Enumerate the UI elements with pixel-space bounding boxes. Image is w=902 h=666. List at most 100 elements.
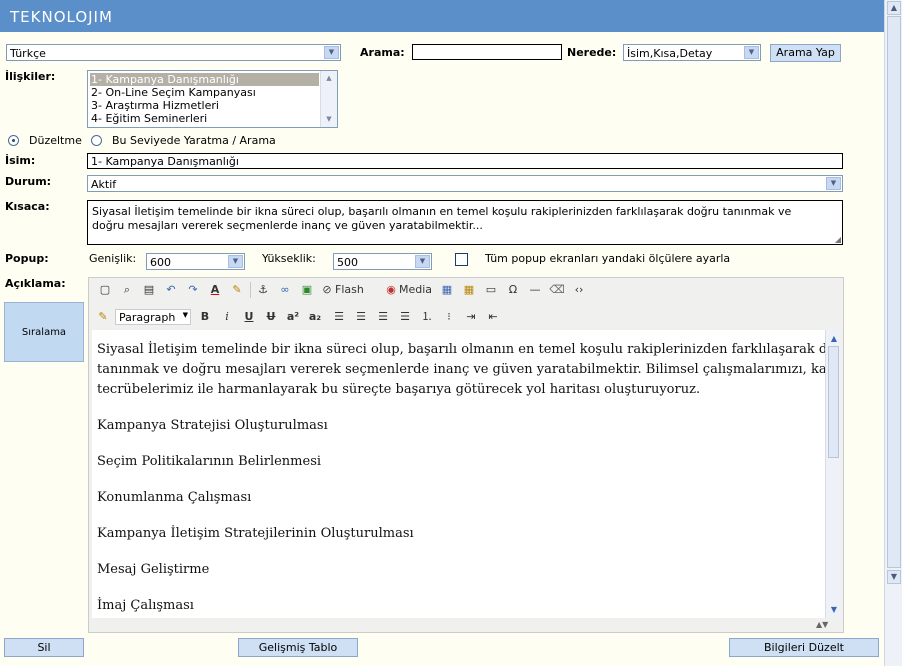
name-field[interactable]: 1- Kampanya Danışmanlığı	[87, 153, 843, 169]
chevron-down-icon[interactable]: ▼	[415, 255, 430, 268]
fullscreen-icon[interactable]: ▢	[97, 282, 113, 298]
superscript-icon[interactable]: a²	[285, 309, 301, 325]
style-icon[interactable]: ✎	[95, 309, 111, 325]
editor-scrollbar[interactable]: ▲ ▼	[825, 330, 841, 618]
editor-resize-icon[interactable]: ▲▼	[816, 620, 828, 629]
clean-format-icon[interactable]: ⌫	[549, 282, 565, 298]
edit-mode-radio[interactable]	[8, 135, 19, 146]
popup-width-label: Genişlik:	[89, 252, 137, 265]
editor-content[interactable]: Siyasal İletişim temelinde bir ikna süre…	[92, 330, 825, 618]
name-label: İsim:	[5, 154, 36, 167]
list-item[interactable]: 4- Eğitim Seminerleri	[90, 112, 207, 125]
italic-icon[interactable]: i	[219, 309, 235, 325]
search-input[interactable]	[412, 44, 562, 60]
description-label: Açıklama:	[5, 277, 66, 290]
update-info-button[interactable]: Bilgileri Düzelt	[729, 638, 879, 657]
status-select[interactable]: Aktif ▼	[87, 175, 843, 192]
language-select-value: Türkçe	[10, 47, 46, 60]
list-item[interactable]: 2- On-Line Seçim Kampanyası	[90, 86, 256, 99]
page-scrollbar-thumb[interactable]	[887, 16, 901, 568]
media-icon[interactable]: ◉	[383, 282, 399, 298]
advanced-table-button[interactable]: Gelişmiş Tablo	[238, 638, 358, 657]
popup-height-label: Yükseklik:	[262, 252, 316, 265]
page-scrollbar[interactable]: ▲ ▼	[884, 0, 902, 666]
search-where-label: Nerede:	[567, 46, 617, 59]
align-right-icon[interactable]: ☰	[375, 309, 391, 325]
content-paragraph: Siyasal İletişim temelinde bir ikna süre…	[97, 342, 825, 357]
outdent-icon[interactable]: ⇤	[485, 309, 501, 325]
content-paragraph: tecrübelerimiz ile harmanlayarak bu süre…	[97, 382, 701, 397]
editor-toolbar-1: ▢ ⌕ ▤ ↶ ↷ A ✎ ⚓ ∞ ▣ ⊘ Flash ◉ Media ▦ ▦ …	[93, 279, 839, 301]
summary-textarea[interactable]: Siyasal İletişim temelinde bir ikna süre…	[87, 200, 843, 245]
resize-grip-icon[interactable]: ◢	[835, 235, 841, 244]
create-mode-radio[interactable]	[91, 135, 102, 146]
link-icon[interactable]: ∞	[277, 282, 293, 298]
chevron-down-icon[interactable]: ▼	[228, 255, 243, 268]
language-select[interactable]: Türkçe ▼	[6, 44, 341, 61]
strikethrough-icon[interactable]: U	[263, 309, 279, 325]
scroll-down-icon[interactable]: ▼	[887, 570, 901, 584]
scroll-up-icon[interactable]: ▲	[887, 1, 901, 15]
sort-panel: Sıralama	[4, 302, 84, 362]
content-list-item: Mesaj Geliştirme	[97, 562, 210, 577]
sort-button[interactable]: Sıralama	[5, 327, 83, 338]
edit-mode-label: Düzeltme	[29, 134, 82, 147]
search-where-select[interactable]: İsim,Kısa,Detay ▼	[623, 44, 761, 61]
template-icon[interactable]: ▭	[483, 282, 499, 298]
format-select[interactable]: Paragraph ▼	[115, 309, 191, 325]
flash-icon[interactable]: ⊘	[319, 282, 335, 298]
undo-icon[interactable]: ↶	[163, 282, 179, 298]
delete-button[interactable]: Sil	[4, 638, 84, 657]
relations-listbox[interactable]: 1- Kampanya Danışmanlığı 2- On-Line Seçi…	[87, 70, 338, 128]
popup-height-select[interactable]: 500 ▼	[333, 253, 432, 270]
list-item[interactable]: 1- Kampanya Danışmanlığı	[90, 73, 319, 86]
align-center-icon[interactable]: ☰	[353, 309, 369, 325]
editor-scrollbar-thumb[interactable]	[828, 346, 839, 458]
special-char-icon[interactable]: Ω	[505, 282, 521, 298]
flash-button-label[interactable]: Flash	[335, 282, 367, 298]
find-icon[interactable]: ⌕	[119, 282, 135, 298]
editor-toolbar-2: ✎ Paragraph ▼ B i U U a² a₂ ☰ ☰ ☰ ☰ ⒈ ⁝ …	[93, 306, 839, 328]
content-list-item: İmaj Çalışması	[97, 598, 194, 613]
scroll-up-icon[interactable]: ▲	[827, 332, 841, 345]
align-left-icon[interactable]: ☰	[331, 309, 347, 325]
popup-all-checkbox[interactable]	[455, 253, 468, 266]
table-edit-icon[interactable]: ▦	[461, 282, 477, 298]
content-list-item: Seçim Politikalarının Belirlenmesi	[97, 454, 322, 469]
bold-icon[interactable]: B	[197, 309, 213, 325]
status-label: Durum:	[5, 175, 52, 188]
image-icon[interactable]: ▣	[299, 282, 315, 298]
summary-line: Siyasal İletişim temelinde bir ikna süre…	[92, 205, 792, 218]
popup-width-select[interactable]: 600 ▼	[146, 253, 245, 270]
app-logo: TEKNOLOJIM	[10, 8, 113, 26]
subscript-icon[interactable]: a₂	[307, 309, 323, 325]
summary-label: Kısaca:	[5, 200, 50, 213]
scroll-up-icon[interactable]: ▲	[322, 72, 336, 85]
bullet-list-icon[interactable]: ⁝	[441, 309, 457, 325]
text-color-icon[interactable]: A	[207, 282, 223, 298]
chevron-down-icon[interactable]: ▼	[744, 46, 759, 59]
horizontal-rule-icon[interactable]: —	[527, 282, 543, 298]
highlight-color-icon[interactable]: ✎	[229, 282, 245, 298]
anchor-icon[interactable]: ⚓	[255, 282, 271, 298]
align-justify-icon[interactable]: ☰	[397, 309, 413, 325]
scroll-down-icon[interactable]: ▼	[827, 603, 841, 616]
media-button-label[interactable]: Media	[399, 282, 435, 298]
underline-icon[interactable]: U	[241, 309, 257, 325]
source-code-icon[interactable]: ‹›	[571, 282, 587, 298]
redo-icon[interactable]: ↷	[185, 282, 201, 298]
relations-scrollbar[interactable]: ▲ ▼	[320, 71, 337, 127]
chevron-down-icon[interactable]: ▼	[183, 311, 188, 319]
paste-icon[interactable]: ▤	[141, 282, 157, 298]
list-item[interactable]: 3- Araştırma Hizmetleri	[90, 99, 219, 112]
table-icon[interactable]: ▦	[439, 282, 455, 298]
popup-all-label: Tüm popup ekranları yandaki ölçülere aya…	[485, 252, 731, 265]
chevron-down-icon[interactable]: ▼	[324, 46, 339, 59]
scroll-down-icon[interactable]: ▼	[322, 113, 336, 126]
search-label: Arama:	[360, 46, 405, 59]
search-button[interactable]: Arama Yap	[770, 44, 841, 62]
indent-icon[interactable]: ⇥	[463, 309, 479, 325]
chevron-down-icon[interactable]: ▼	[826, 177, 841, 190]
content-paragraph: tanınmak ve doğru mesajları vererek seçm…	[97, 362, 825, 377]
numbered-list-icon[interactable]: ⒈	[419, 309, 435, 325]
